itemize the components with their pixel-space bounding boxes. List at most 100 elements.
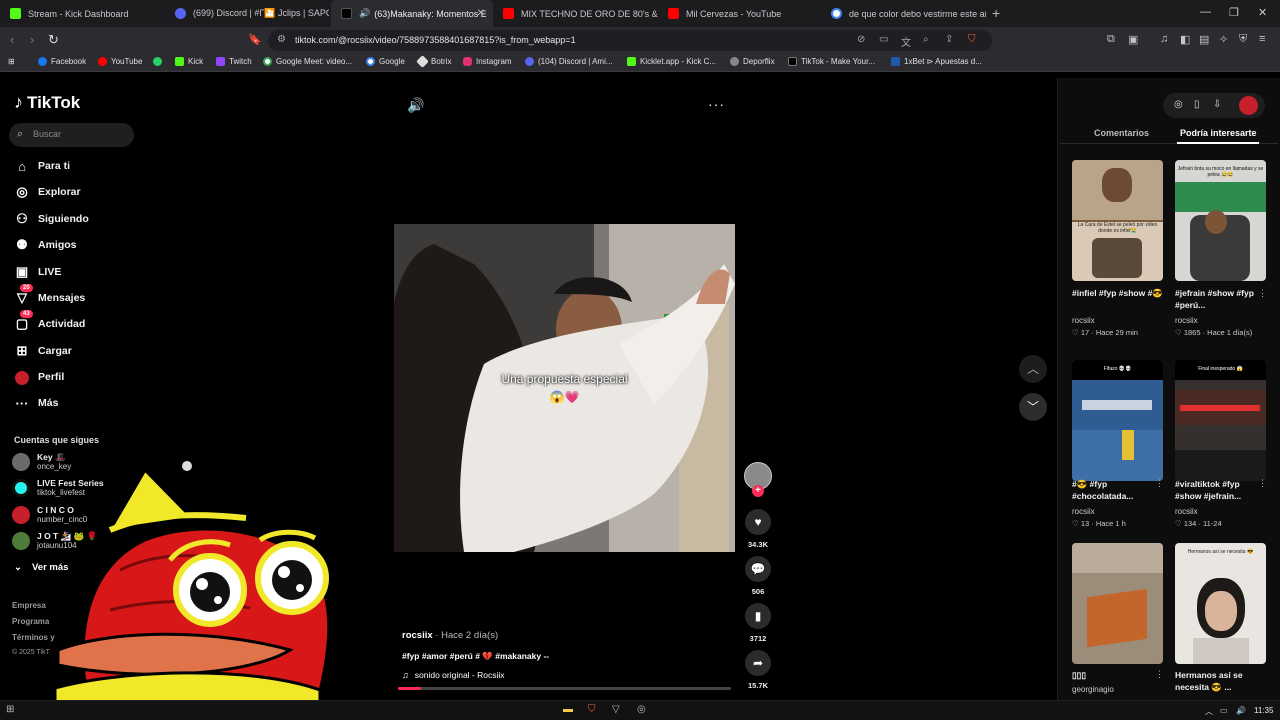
nav-para-ti[interactable]: ⌂ Para ti	[14, 157, 70, 175]
comment-button[interactable]: 💬	[745, 556, 771, 582]
app-icon[interactable]: ▽	[612, 704, 620, 715]
bookmark-botrix[interactable]: Botrix	[416, 55, 451, 68]
nav-amigos[interactable]: ⚉ Amigos	[14, 236, 76, 254]
previous-video-button[interactable]: ︿	[1019, 355, 1047, 383]
recommended-thumbnail[interactable]: Final inesperado 😱	[1175, 360, 1266, 481]
bookmark-youtube[interactable]: YouTube	[98, 57, 142, 66]
browser-tab[interactable]: (699) Discord | #Γ🎦 Jclips | SAPOLIO	[165, 0, 329, 27]
avatar[interactable]	[1239, 96, 1258, 115]
reload-icon[interactable]: ↻	[48, 32, 59, 48]
tab-comentarios[interactable]: Comentarios	[1094, 128, 1149, 138]
follow-plus-icon[interactable]: +	[752, 485, 764, 497]
more-options-icon[interactable]: ···	[708, 96, 725, 112]
vpn-icon[interactable]: ⛨	[1239, 33, 1247, 46]
bookmark-tiktok[interactable]: TikTok - Make Your...	[788, 57, 875, 66]
brave-icon[interactable]: ⛉	[588, 704, 596, 715]
recommended-title[interactable]: Hermanos así se necesita 😎 ...	[1175, 669, 1267, 693]
browser-tab-active[interactable]: 🔊 (63)Makanaky: Momentos Esp ✕	[331, 0, 493, 27]
video-player[interactable]: Una propuesta especial 😱💗	[394, 224, 735, 552]
search-input[interactable]: ⌕ Buscar	[9, 123, 134, 147]
nav-cargar[interactable]: ⊞ Cargar	[14, 342, 72, 360]
bookmark-instagram[interactable]: Instagram	[463, 57, 512, 66]
nav-explorar[interactable]: ◎ Explorar	[14, 183, 80, 201]
browser-tab[interactable]: Stream - Kick Dashboard	[0, 0, 165, 27]
recommended-title[interactable]: ▯▯▯	[1072, 669, 1164, 681]
next-video-button[interactable]: ﹀	[1019, 393, 1047, 421]
network-icon[interactable]: ▭	[1220, 706, 1228, 715]
site-info-icon[interactable]: ⚙	[277, 34, 286, 45]
brave-shield-icon[interactable]: ⛉	[968, 34, 976, 45]
nav-mensajes[interactable]: ▽ 20 Mensajes	[14, 284, 85, 307]
footer-link[interactable]: Términos y	[12, 633, 55, 642]
leo-icon[interactable]: ✧	[1219, 33, 1228, 46]
recommended-title[interactable]: #😎 #fyp #chocolatada...	[1072, 478, 1164, 502]
translate-icon[interactable]: 文	[901, 34, 911, 49]
tray-chevron-icon[interactable]: ︿	[1205, 706, 1213, 717]
volume-icon[interactable]: 🔊	[1236, 706, 1246, 715]
bookmark-kick[interactable]: Kick	[175, 57, 203, 66]
restore-icon[interactable]: ❐	[1229, 6, 1239, 19]
share-icon[interactable]: ⇪	[945, 34, 953, 45]
volume-icon[interactable]: 🔊	[407, 97, 424, 114]
video-author[interactable]: rocsiix · Hace 2 día(s)	[402, 630, 498, 641]
like-button[interactable]: ♥	[745, 509, 771, 535]
screenshot-icon[interactable]: ▣	[1128, 33, 1138, 46]
video-progress-bar[interactable]	[398, 687, 731, 690]
recommended-user[interactable]: rocsiix	[1175, 316, 1198, 325]
nav-siguiendo[interactable]: ⚇ Siguiendo	[14, 210, 89, 228]
bookmark-kicklet[interactable]: Kicklet.app - Kick C...	[627, 57, 716, 66]
start-icon[interactable]: ⊞	[6, 704, 14, 715]
bookmark-google[interactable]: Google	[366, 57, 405, 66]
bookmark-whatsapp[interactable]	[153, 57, 166, 66]
recommended-thumbnail[interactable]	[1072, 543, 1163, 664]
tab-podria-interesarte[interactable]: Podría interesarte	[1180, 128, 1257, 138]
bookmark-deporflix[interactable]: Deporflix	[730, 57, 775, 66]
recommended-user[interactable]: rocsiix	[1072, 316, 1095, 325]
app-icon[interactable]: ◎	[637, 704, 646, 715]
browser-tab[interactable]: MIX TECHNO DE ORO DE 80's & 90's	[493, 0, 658, 27]
browser-tab[interactable]: de que color debo vestirme este año	[821, 0, 986, 27]
forward-icon[interactable]: ›	[30, 32, 34, 47]
nav-perfil[interactable]: Perfil	[14, 368, 64, 386]
bookmark-discord[interactable]: (104) Discord | Ami...	[525, 57, 613, 66]
bookmark-icon[interactable]: 🔖	[248, 33, 262, 46]
video-hashtags[interactable]: #fyp #amor #perú # 💔 #makanaky --	[402, 651, 549, 662]
new-tab-button[interactable]: +	[992, 5, 1000, 21]
music-icon[interactable]: ♫	[1160, 33, 1168, 45]
bookmark-meet[interactable]: Google Meet: video...	[263, 57, 352, 66]
tiktok-logo[interactable]: ♪ TikTok	[14, 92, 80, 113]
file-explorer-icon[interactable]: ▬	[563, 704, 573, 715]
bookmark-1xbet[interactable]: 1xBet ⊳ Apuestas d...	[891, 57, 982, 66]
share-button[interactable]: ➦	[745, 650, 771, 676]
apps-icon[interactable]: ⊞	[8, 57, 15, 66]
cast-icon[interactable]: ▭	[879, 34, 888, 45]
back-icon[interactable]: ‹	[10, 32, 14, 47]
sidebar-icon[interactable]: ◧	[1180, 33, 1190, 46]
recommended-user[interactable]: georginagio	[1072, 685, 1114, 694]
recommended-thumbnail[interactable]: La Cara de Estel se peleó por video dond…	[1072, 160, 1163, 281]
compass-icon[interactable]: ◎	[1174, 99, 1183, 110]
recommended-thumbnail[interactable]: Fifazo 💀💀	[1072, 360, 1163, 481]
bookmark-facebook[interactable]: Facebook	[38, 57, 86, 66]
recommended-title[interactable]: #viraltiktok #fyp #show #jefrain...	[1175, 478, 1267, 502]
recommended-title[interactable]: #infiel #fyp #show #😎	[1072, 287, 1164, 299]
recommended-user[interactable]: rocsiix	[1175, 507, 1198, 516]
footer-link[interactable]: Programa	[12, 617, 49, 626]
footer-link[interactable]: Empresa	[12, 601, 46, 610]
phone-icon[interactable]: ▯	[1194, 99, 1200, 110]
close-window-icon[interactable]: ✕	[1258, 6, 1267, 19]
recommended-thumbnail[interactable]: Jefraín bota su moco en llamadas y se pe…	[1175, 160, 1266, 281]
recommended-user[interactable]: rocsiix	[1072, 507, 1095, 516]
nav-mas[interactable]: ··· Más	[14, 394, 59, 412]
minimize-icon[interactable]: —	[1200, 6, 1211, 18]
no-tracking-icon[interactable]: ⊘	[857, 34, 865, 45]
menu-icon[interactable]: ≡	[1259, 33, 1265, 45]
nav-live[interactable]: ▣ LIVE	[14, 263, 62, 281]
url-field[interactable]: ⚙ tiktok.com/@rocsiix/video/758897358840…	[268, 30, 992, 51]
extensions-icon[interactable]: ⧉	[1107, 33, 1115, 46]
save-button[interactable]: ▮	[745, 603, 771, 629]
recommended-thumbnail[interactable]: Hermanos así se necesita 😎	[1175, 543, 1266, 664]
video-sound[interactable]: ♫ sonido original - Rocsiix	[402, 670, 505, 680]
bookmark-twitch[interactable]: Twitch	[216, 57, 252, 66]
nav-actividad[interactable]: ▢ 43 Actividad	[14, 310, 85, 333]
